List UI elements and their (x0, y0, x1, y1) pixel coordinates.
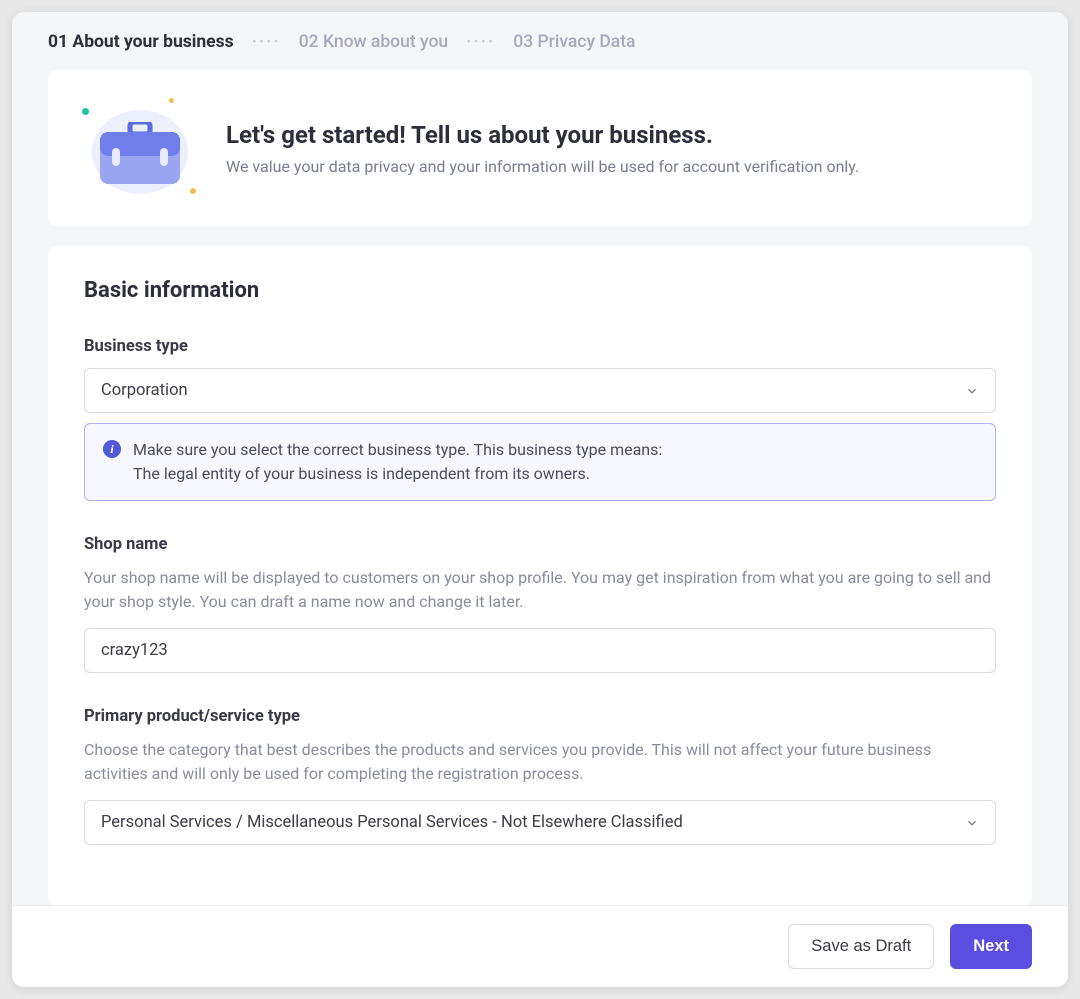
footer: Save as Draft Next (12, 905, 1068, 987)
business-type-label: Business type (84, 337, 996, 356)
shop-name-input[interactable]: crazy123 (84, 628, 996, 673)
step-1[interactable]: 01 About your business (48, 32, 234, 52)
product-type-select[interactable]: Personal Services / Miscellaneous Person… (84, 800, 996, 845)
shop-name-group: Shop name Your shop name will be display… (84, 535, 996, 673)
briefcase-icon (98, 122, 182, 186)
product-type-group: Primary product/service type Choose the … (84, 707, 996, 845)
briefcase-illustration (84, 98, 194, 198)
business-type-value: Corporation (101, 381, 188, 400)
product-type-label: Primary product/service type (84, 707, 996, 726)
intro-title: Let's get started! Tell us about your bu… (226, 121, 859, 149)
stepper: 01 About your business ···· 02 Know abou… (12, 12, 1068, 70)
save-draft-button[interactable]: Save as Draft (788, 924, 934, 969)
business-type-select[interactable]: Corporation (84, 368, 996, 413)
next-button[interactable]: Next (950, 924, 1032, 969)
info-line-1: Make sure you select the correct busines… (133, 438, 662, 462)
shop-name-label: Shop name (84, 535, 996, 554)
intro-subtitle: We value your data privacy and your info… (226, 157, 859, 176)
section-title: Basic information (84, 278, 996, 303)
product-type-help: Choose the category that best describes … (84, 738, 996, 786)
shop-name-value: crazy123 (101, 641, 168, 660)
shop-name-help: Your shop name will be displayed to cust… (84, 566, 996, 614)
chevron-down-icon (965, 816, 979, 830)
business-type-info: i Make sure you select the correct busin… (84, 423, 996, 501)
product-type-value: Personal Services / Miscellaneous Person… (101, 813, 683, 832)
business-type-group: Business type Corporation i Make sure yo… (84, 337, 996, 501)
chevron-down-icon (965, 384, 979, 398)
onboarding-window: 01 About your business ···· 02 Know abou… (12, 12, 1068, 987)
info-icon: i (103, 440, 121, 458)
step-separator: ···· (252, 32, 281, 52)
intro-text: Let's get started! Tell us about your bu… (226, 121, 859, 176)
step-3[interactable]: 03 Privacy Data (513, 32, 635, 52)
info-line-2: The legal entity of your business is ind… (133, 462, 662, 486)
intro-card: Let's get started! Tell us about your bu… (48, 70, 1032, 226)
step-2[interactable]: 02 Know about you (299, 32, 448, 52)
form-card: Basic information Business type Corporat… (48, 246, 1032, 905)
info-text: Make sure you select the correct busines… (133, 438, 662, 486)
step-separator: ···· (466, 32, 495, 52)
